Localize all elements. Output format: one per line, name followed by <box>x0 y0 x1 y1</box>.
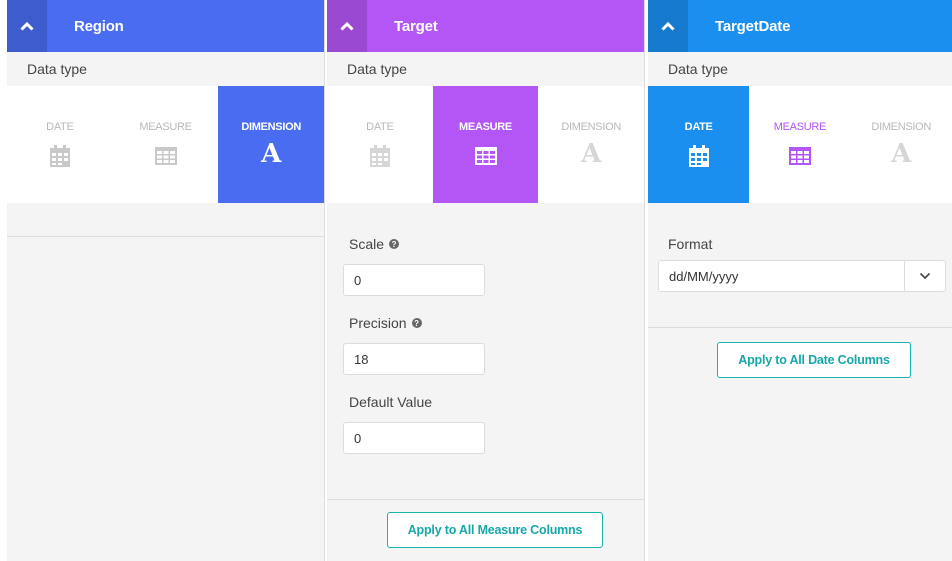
format-select-value: dd/MM/yyyy <box>669 268 739 284</box>
chevron-up-icon <box>20 21 34 31</box>
table-grid-icon <box>154 143 177 169</box>
type-measure-button[interactable]: MEASURE <box>749 86 850 203</box>
section-divider <box>7 236 324 237</box>
panel-targetdate: TargetDate Data type DATE MEASURE DIMENS… <box>648 0 952 561</box>
data-type-selector: DATE MEASURE DIMENSION A <box>648 86 952 203</box>
panel-divider <box>644 0 645 561</box>
help-icon[interactable]: ? <box>411 318 422 328</box>
precision-label-text: Precision <box>349 315 407 331</box>
panel-header-targetdate: TargetDate <box>648 0 952 52</box>
type-date-button[interactable]: DATE <box>7 86 113 203</box>
format-label: Format <box>668 236 713 252</box>
type-date-label: DATE <box>366 121 394 133</box>
default-value-input[interactable]: 0 <box>343 422 485 454</box>
panel-title: Region <box>74 17 124 35</box>
type-date-button[interactable]: DATE <box>327 86 433 203</box>
apply-all-measure-button[interactable]: Apply to All Measure Columns <box>387 512 603 548</box>
scale-input[interactable]: 0 <box>343 264 485 296</box>
help-icon[interactable]: ? <box>389 239 400 249</box>
precision-input[interactable]: 18 <box>343 343 485 375</box>
panel-target: Target Data type DATE MEASURE DIMENSION … <box>327 0 644 561</box>
type-measure-button[interactable]: MEASURE <box>432 86 539 203</box>
data-type-selector: DATE MEASURE DIMENSION A <box>7 86 325 203</box>
precision-label: Precision ? <box>327 315 644 331</box>
select-separator <box>904 261 905 291</box>
panel-divider <box>324 0 325 561</box>
panel-region: Region Data type DATE MEASURE DIMENSION … <box>7 0 325 561</box>
table-grid-icon <box>474 143 497 169</box>
collapse-toggle-target[interactable] <box>327 0 367 52</box>
scale-label-text: Scale <box>349 236 385 252</box>
chevron-down-icon <box>919 272 931 280</box>
data-type-label: Data type <box>347 61 407 77</box>
data-type-label: Data type <box>668 61 728 77</box>
letter-a-icon: A <box>581 139 602 169</box>
type-measure-label: MEASURE <box>773 121 827 133</box>
data-type-selector: DATE MEASURE DIMENSION A <box>327 86 644 203</box>
panel-header-target: Target <box>327 0 644 52</box>
letter-a-icon: A <box>891 139 912 169</box>
calendar-icon <box>49 143 70 169</box>
type-date-button[interactable]: DATE <box>648 86 750 203</box>
scale-label: Scale ? <box>327 236 644 252</box>
section-divider <box>648 327 952 328</box>
format-select[interactable]: dd/MM/yyyy <box>658 260 946 292</box>
chevron-up-icon <box>661 21 675 31</box>
data-type-label: Data type <box>27 61 87 77</box>
column-settings-panels: Region Data type DATE MEASURE DIMENSION … <box>0 0 952 561</box>
panel-title: Target <box>394 17 438 35</box>
type-measure-label: MEASURE <box>459 121 512 133</box>
default-value-label-text: Default Value <box>349 394 433 410</box>
chevron-up-icon <box>340 21 354 31</box>
table-grid-icon <box>788 143 811 169</box>
type-dimension-label: DIMENSION <box>241 121 301 133</box>
default-value-label: Default Value <box>327 394 644 410</box>
apply-all-date-button[interactable]: Apply to All Date Columns <box>717 342 911 378</box>
collapse-toggle-region[interactable] <box>7 0 47 52</box>
type-dimension-button[interactable]: DIMENSION A <box>218 86 325 203</box>
calendar-icon <box>688 143 709 169</box>
panel-header-region: Region <box>7 0 324 52</box>
type-dimension-label: DIMENSION <box>871 121 932 133</box>
type-measure-button[interactable]: MEASURE <box>113 86 219 203</box>
letter-a-icon: A <box>261 139 282 169</box>
calendar-icon <box>369 143 390 169</box>
type-dimension-button[interactable]: DIMENSION A <box>538 86 644 203</box>
section-divider <box>327 499 644 500</box>
type-date-label: DATE <box>684 121 713 133</box>
collapse-toggle-targetdate[interactable] <box>648 0 688 52</box>
type-dimension-label: DIMENSION <box>561 121 621 133</box>
type-date-label: DATE <box>46 121 74 133</box>
panel-title: TargetDate <box>715 17 791 35</box>
type-measure-label: MEASURE <box>139 121 192 133</box>
type-dimension-button[interactable]: DIMENSION A <box>851 86 952 203</box>
